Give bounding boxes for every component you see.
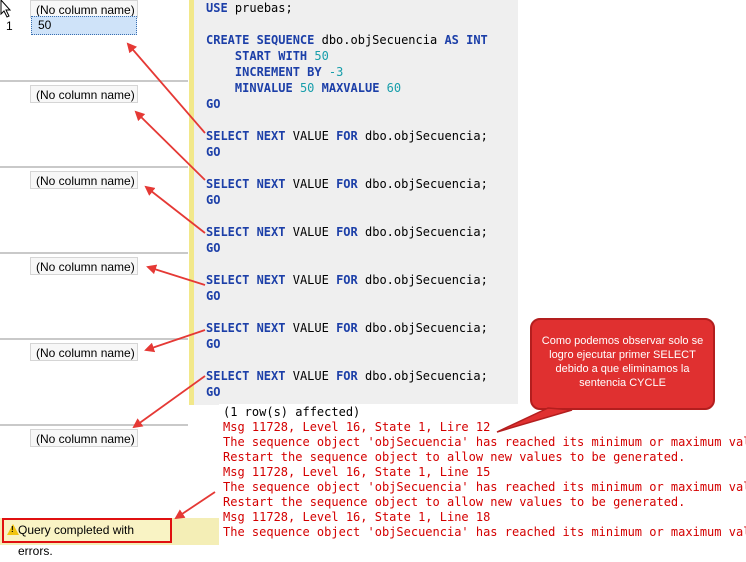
code-line-go: GO — [206, 337, 221, 351]
status-text: Query completed with errors. — [18, 523, 135, 558]
warning-icon: ! — [7, 524, 19, 535]
error-line: The sequence object 'objSecuencia' has r… — [223, 525, 746, 539]
code-line-go: GO — [206, 385, 221, 399]
error-line: Msg 11728, Level 16, State 1, Lire 12 — [223, 420, 491, 434]
code-line-increment: INCREMENT BY -3 — [234, 65, 344, 79]
grid-separator — [0, 424, 188, 426]
message-line: (1 row(s) affected) — [223, 405, 361, 419]
column-header[interactable]: (No column name) — [30, 257, 138, 275]
code-line-go: GO — [206, 241, 221, 255]
column-header[interactable]: (No column name) — [30, 343, 138, 361]
code-line-select: SELECT NEXT VALUE FOR dbo.objSecuencia; — [206, 369, 488, 383]
code-line-select: SELECT NEXT VALUE FOR dbo.objSecuencia; — [206, 129, 488, 143]
code-line-go: GO — [206, 193, 221, 207]
result-cell[interactable]: 50 — [31, 16, 137, 35]
code-line-select: SELECT NEXT VALUE FOR dbo.objSecuencia; — [206, 225, 488, 239]
error-line: Restart the sequence object to allow new… — [223, 450, 686, 464]
error-line: Restart the sequence object to allow new… — [223, 495, 686, 509]
column-header[interactable]: (No column name) — [30, 85, 138, 103]
code-line-go: GO — [206, 145, 221, 159]
code-line-start: START WITH 50 — [234, 49, 329, 63]
row-number: 1 — [6, 19, 13, 33]
error-line: Msg 11728, Level 16, State 1, Line 18 — [223, 510, 491, 524]
annotation-callout: Como podemos observar solo se logro ejec… — [530, 318, 715, 410]
arrow-line — [174, 491, 216, 520]
code-line-create: CREATE SEQUENCE dbo.objSecuencia AS INT — [206, 33, 488, 47]
code-line-select: SELECT NEXT VALUE FOR dbo.objSecuencia; — [206, 177, 488, 191]
error-line: The sequence object 'objSecuencia' has r… — [223, 480, 746, 494]
messages-panel[interactable]: (1 row(s) affected) Msg 11728, Level 16,… — [219, 404, 746, 545]
change-margin — [189, 0, 194, 405]
grid-separator — [0, 338, 188, 340]
mouse-cursor-icon — [0, 0, 12, 18]
code-line-select: SELECT NEXT VALUE FOR dbo.objSecuencia; — [206, 321, 488, 335]
column-header[interactable]: (No column name) — [30, 171, 138, 189]
code-line-go: GO — [206, 289, 221, 303]
error-line: Msg 11728, Level 16, State 1, Line 15 — [223, 465, 491, 479]
code-line-minmax: MINVALUE 50 MAXVALUE 60 — [234, 81, 402, 95]
code-line-select: SELECT NEXT VALUE FOR dbo.objSecuencia; — [206, 273, 488, 287]
code-line-use: USE pruebas; — [206, 1, 293, 15]
column-header[interactable]: (No column name) — [30, 429, 138, 447]
error-line: The sequence object 'objSecuencia' has r… — [223, 435, 746, 449]
grid-separator — [0, 80, 188, 82]
code-line-go: GO — [206, 97, 221, 111]
query-status: ! Query completed with errors. — [2, 518, 172, 558]
grid-separator — [0, 166, 188, 168]
grid-separator — [0, 252, 188, 254]
